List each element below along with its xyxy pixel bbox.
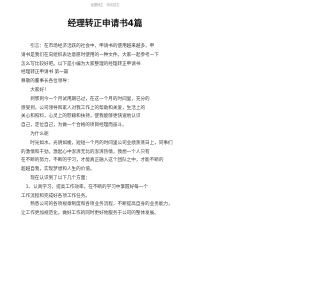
body-line: 怎么写比较好吧。以下是小编为大家整理的经理转正申请书 [21, 61, 141, 67]
subheading: 为什么呢 [30, 131, 49, 137]
body-line: 在不断的努力，不断的学习，才能真正融入这个团队之中，才能不断的 [21, 158, 164, 164]
document-body: 引言：在市场经济活跃的社会中，申请书的使用越来越多，申 请书是我们在向组织表达意… [21, 43, 190, 219]
page-title: 经理转正申请书4篇 [67, 19, 143, 29]
body-line: 的激情和干劲，激起心中澎湃无比的澎湃热情，我想一个人只有 [21, 149, 150, 155]
salutation: 尊敬的董事长各位领导： [21, 79, 72, 85]
list-item: 1、认真学习，提高工作效率，在不断的学习中掌握好每一个 [25, 184, 148, 190]
body-line: 引言：在市场经济活跃的社会中，申请书的使用越来越多，申 [30, 44, 155, 49]
subheading: 现在认识到了以下几个方面： [30, 175, 90, 181]
document-page: 经理转正 · 申请范文 经理转正申请书4篇 引言：在市场经济活跃的社会中，申请书… [0, 0, 210, 297]
body-line: 感受到，公司领导和家人对我工作上的帮助和关爱，生活上的 [21, 105, 146, 111]
header-meta: 经理转正 · 申请范文 [90, 3, 120, 7]
greeting: 大家好！ [30, 87, 49, 93]
section-heading: 经理转正申请书 第一篇 [21, 70, 69, 76]
body-line: 到鄂到今一个月试用期已过，在这一个月的时间里，充分的 [30, 96, 150, 102]
body-line: 熟悉公司的各项规章制度和各项业务流程，不断提高自身的业务能力， [30, 202, 173, 208]
body-line: 让工作更加规范化，做好工作的同时更好地服务于公司的整体发展。 [21, 211, 159, 217]
body-line: 请书是我们在向组织表达意愿时使用的一种文件。大家一起参考一下 [21, 52, 159, 58]
body-line: 自己，定位自己，为做一个合格的项目经理而奋斗。 [21, 123, 127, 129]
body-line: 超越自我，实现梦想和人生的价值。 [21, 167, 95, 173]
body-line: 时光如水，光阴如梭，短短一个月的时间里公司业绩蒸蒸日上，同事们 [30, 140, 173, 146]
body-line: 工作流程和完成好各项工作任务。 [21, 193, 90, 199]
body-line: 关心和照料，心灵上的慰藉和扶持，使我能够更快速地认识 [21, 114, 141, 120]
